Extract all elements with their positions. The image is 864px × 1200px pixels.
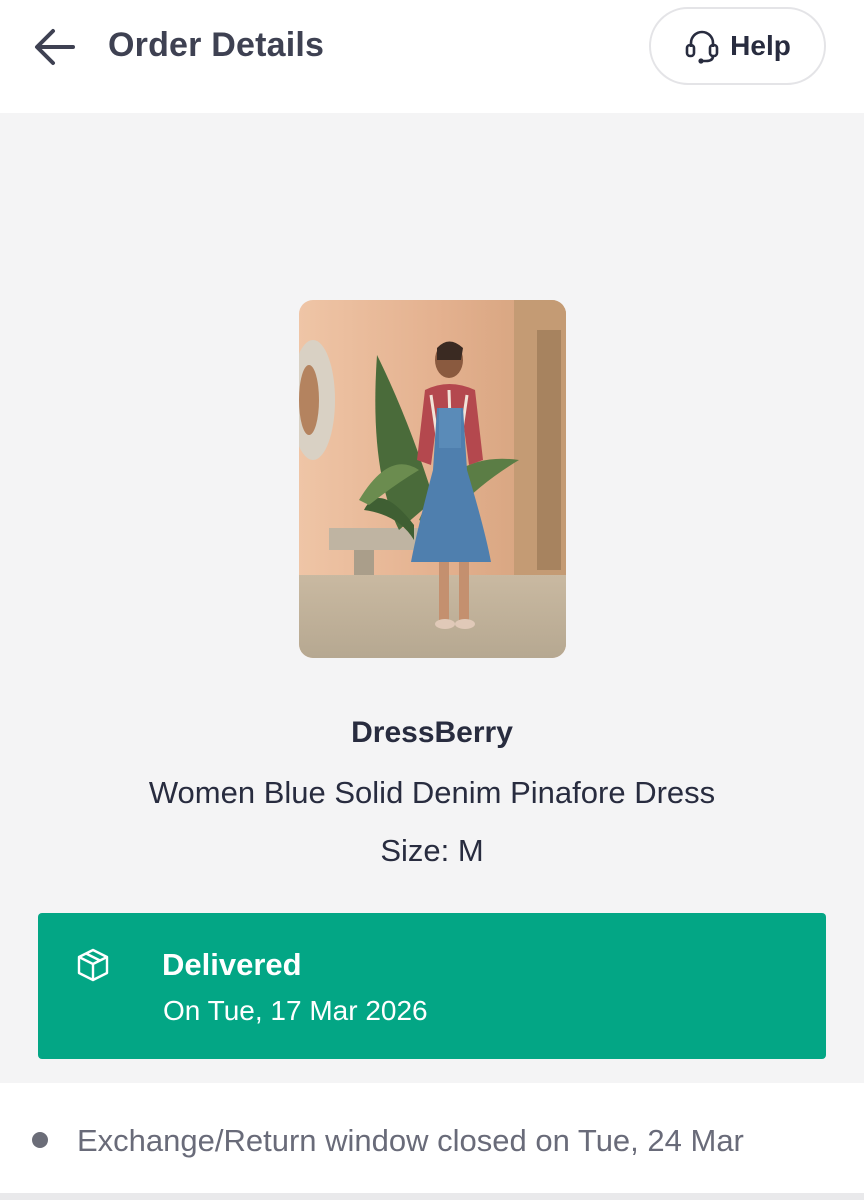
product-size: Size: M	[380, 833, 484, 868]
product-section: DressBerry Women Blue Solid Denim Pinafo…	[0, 113, 864, 1083]
headset-icon	[685, 30, 719, 64]
status-title: Delivered	[162, 947, 302, 982]
back-button[interactable]	[28, 24, 80, 70]
return-window-text: Exchange/Return window closed on Tue, 24…	[77, 1123, 744, 1158]
product-brand: DressBerry	[351, 716, 513, 749]
arrow-left-icon	[35, 29, 75, 65]
section-divider	[0, 1193, 864, 1200]
delivery-status-card: Delivered On Tue, 17 Mar 2026	[38, 913, 826, 1059]
product-name: Women Blue Solid Denim Pinafore Dress	[148, 775, 716, 810]
help-label: Help	[730, 30, 791, 61]
status-date: On Tue, 17 Mar 2026	[163, 995, 428, 1026]
return-window-info: Exchange/Return window closed on Tue, 24…	[0, 1083, 864, 1193]
product-photo	[299, 300, 566, 658]
product-image[interactable]	[299, 300, 566, 658]
help-button[interactable]: Help	[649, 7, 826, 85]
package-box-icon	[76, 947, 110, 988]
page-title: Order Details	[108, 26, 325, 64]
bullet-dot	[32, 1132, 48, 1148]
top-app-bar: Order Details Help	[0, 0, 864, 113]
